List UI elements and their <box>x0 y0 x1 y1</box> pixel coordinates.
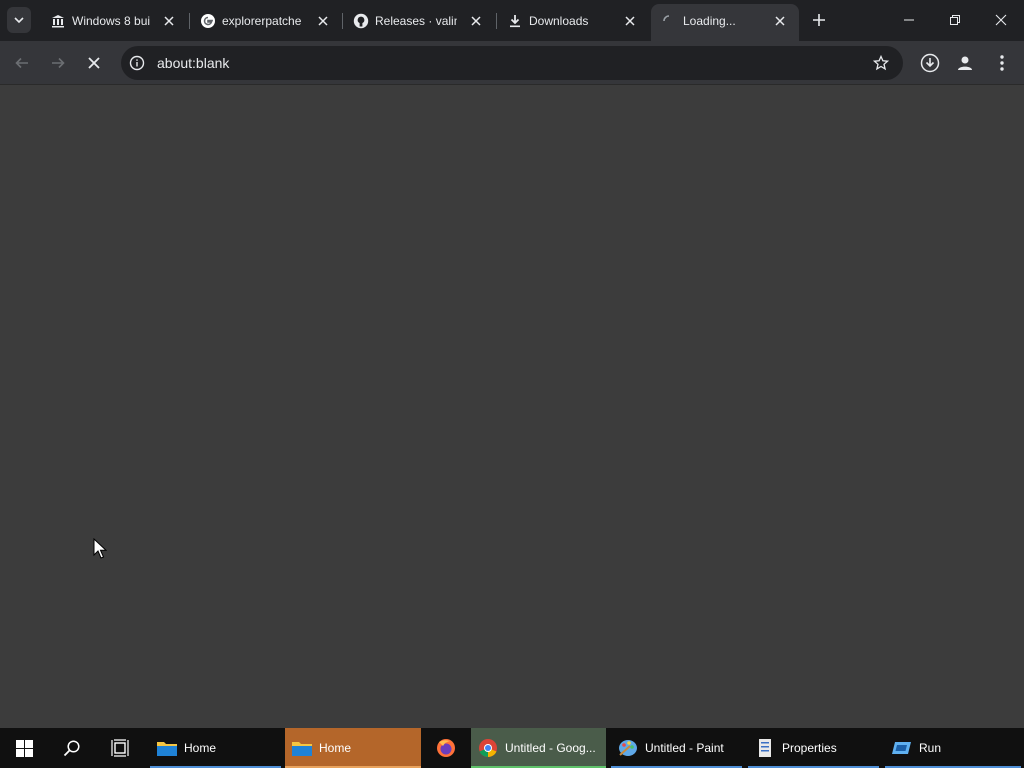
arrow-right-icon <box>52 57 65 69</box>
download-icon <box>507 13 523 29</box>
chrome-icon <box>479 739 497 758</box>
person-icon <box>958 56 972 70</box>
windows-logo-icon <box>15 739 33 757</box>
tab-4-active[interactable]: Loading... <box>651 4 799 41</box>
task-view-icon <box>111 739 129 757</box>
tab-search-button[interactable] <box>7 7 31 33</box>
tab-3[interactable]: Downloads <box>497 4 649 37</box>
download-circle-icon <box>920 53 940 73</box>
taskbar-item-label: Properties <box>782 741 837 755</box>
tab-title: Loading... <box>683 14 736 28</box>
close-icon[interactable] <box>316 14 330 28</box>
taskbar-item-label: Untitled - Paint <box>645 741 724 755</box>
browser-toolbar: about:blank <box>0 41 1024 85</box>
address-bar[interactable]: about:blank <box>121 46 903 80</box>
stop-button[interactable] <box>80 49 108 77</box>
menu-button[interactable] <box>990 51 1014 75</box>
tab-title: Downloads <box>529 14 589 28</box>
taskbar-item-chrome[interactable]: Untitled - Goog... <box>471 728 606 768</box>
tab-title: Windows 8 bui <box>72 14 151 28</box>
close-icon[interactable] <box>623 14 637 28</box>
taskbar: Home Home Untitled - Goog... Untitled - … <box>0 728 1024 768</box>
taskbar-item-paint[interactable]: Untitled - Paint <box>611 728 742 768</box>
info-icon[interactable] <box>129 55 145 71</box>
taskbar-item-label: Run <box>919 741 942 755</box>
close-icon[interactable] <box>773 14 787 28</box>
taskbar-item-label: Home <box>319 741 352 755</box>
restore-icon <box>950 15 960 25</box>
tab-strip: Windows 8 bui explorerpatche Releases · … <box>0 0 1024 41</box>
paint-icon <box>619 740 637 756</box>
taskbar-item-label: Home <box>184 741 217 755</box>
spinner-icon <box>661 13 677 29</box>
taskbar-item-home-1[interactable]: Home <box>150 728 281 768</box>
page-content[interactable] <box>0 86 1024 728</box>
taskbar-item-home-2[interactable]: Home <box>285 728 421 768</box>
kebab-menu-icon <box>1000 55 1004 71</box>
folder-icon <box>157 742 177 756</box>
taskbar-item-run[interactable]: Run <box>885 728 1021 768</box>
close-window-button[interactable] <box>978 0 1024 40</box>
folder-icon <box>292 742 312 756</box>
minimize-button[interactable] <box>886 0 932 40</box>
minimize-icon <box>904 19 914 21</box>
bank-icon <box>50 13 66 29</box>
plus-icon <box>813 14 825 26</box>
taskbar-item-label: Untitled - Goog... <box>505 741 596 755</box>
back-button[interactable] <box>8 49 36 77</box>
start-button[interactable] <box>0 728 48 768</box>
arrow-left-icon <box>15 57 28 69</box>
downloads-button[interactable] <box>918 51 942 75</box>
run-icon <box>892 742 911 754</box>
restore-button[interactable] <box>932 0 978 40</box>
firefox-icon <box>437 739 455 757</box>
tab-1[interactable]: explorerpatche <box>190 4 342 37</box>
close-icon <box>995 14 1007 26</box>
tab-title: explorerpatche <box>222 14 302 28</box>
github-icon <box>353 13 369 29</box>
tab-2[interactable]: Releases · valin <box>343 4 495 37</box>
stop-x-icon <box>88 57 100 69</box>
close-icon[interactable] <box>162 14 176 28</box>
search-icon <box>63 740 80 757</box>
taskbar-item-firefox[interactable] <box>425 728 467 768</box>
search-button[interactable] <box>48 728 96 768</box>
address-text: about:blank <box>157 55 230 71</box>
close-icon[interactable] <box>469 14 483 28</box>
google-icon <box>200 13 216 29</box>
chevron-down-icon <box>14 17 24 24</box>
task-view-button[interactable] <box>96 728 144 768</box>
properties-icon <box>759 739 771 757</box>
tab-0[interactable]: Windows 8 bui <box>40 4 188 37</box>
new-tab-button[interactable] <box>808 9 830 31</box>
taskbar-item-properties[interactable]: Properties <box>748 728 879 768</box>
star-icon[interactable] <box>873 55 889 71</box>
tab-title: Releases · valin <box>375 14 457 28</box>
mouse-cursor-icon <box>93 538 107 559</box>
forward-button[interactable] <box>44 49 72 77</box>
profile-button[interactable] <box>953 51 977 75</box>
